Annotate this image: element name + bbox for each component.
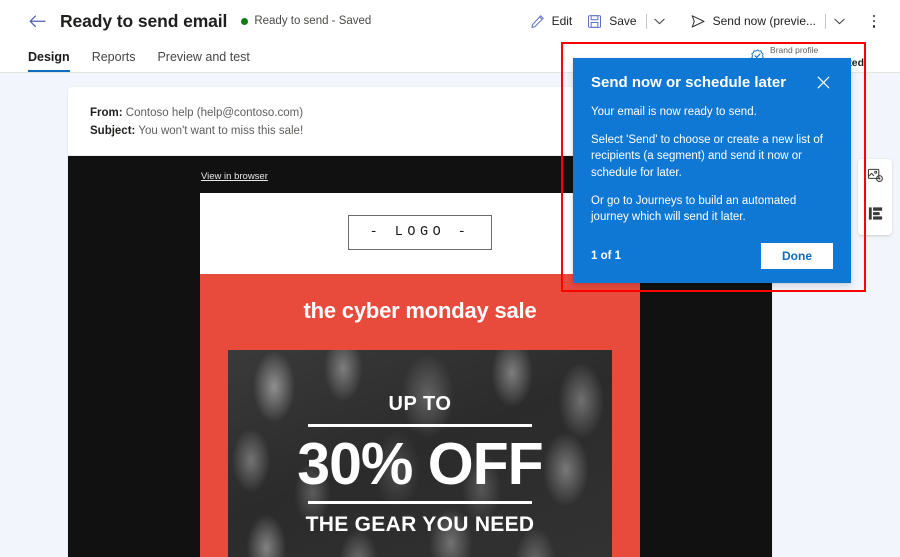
callout-step-counter: 1 of 1 bbox=[591, 250, 622, 263]
email-subject-label: Subject: bbox=[90, 124, 136, 137]
callout-paragraph-2: Select 'Send' to choose or create a new … bbox=[591, 133, 823, 180]
back-button[interactable] bbox=[20, 4, 54, 38]
callout-close-button[interactable] bbox=[813, 75, 833, 95]
status-badge: Ready to send - Saved bbox=[241, 15, 371, 27]
brand-profile-label: Brand profile bbox=[770, 45, 819, 55]
save-button[interactable]: Save bbox=[579, 5, 643, 37]
callout-header: Send now or schedule later bbox=[591, 74, 833, 95]
hero-headline: 30% OFF bbox=[297, 430, 543, 497]
send-plane-icon bbox=[690, 13, 707, 30]
image-settings-button[interactable] bbox=[862, 166, 888, 190]
command-bar-actions: Edit Save Send now (previe... bbox=[522, 0, 900, 42]
hero-text-overlay: UP TO 30% OFF THE GEAR YOU NEED bbox=[228, 350, 612, 557]
layout-blocks-icon bbox=[867, 205, 884, 227]
save-disk-icon bbox=[586, 13, 603, 30]
command-bar: Ready to send email Ready to send - Save… bbox=[0, 0, 900, 42]
design-tool-rail bbox=[858, 159, 892, 235]
hero-subline: THE GEAR YOU NEED bbox=[305, 512, 535, 536]
close-icon bbox=[817, 76, 830, 94]
callout-footer: 1 of 1 Done bbox=[591, 243, 833, 270]
callout-body: Your email is now ready to send. Select … bbox=[591, 104, 833, 226]
email-logo-placeholder: - LOGO - bbox=[347, 214, 493, 250]
edit-label: Edit bbox=[551, 14, 573, 28]
send-dropdown-button[interactable] bbox=[828, 5, 850, 37]
tab-reports-label: Reports bbox=[91, 50, 136, 64]
send-now-label: Send now (previe... bbox=[712, 14, 816, 28]
email-hero-section: UP TO 30% OFF THE GEAR YOU NEED bbox=[200, 349, 640, 557]
email-from-value: Contoso help (help@contoso.com) bbox=[125, 107, 304, 119]
image-settings-icon bbox=[867, 167, 884, 189]
save-split-divider bbox=[645, 13, 647, 29]
layout-blocks-button[interactable] bbox=[862, 204, 888, 228]
chevron-down-icon bbox=[833, 12, 845, 30]
edit-button[interactable]: Edit bbox=[522, 5, 580, 37]
callout-done-button[interactable]: Done bbox=[761, 243, 833, 270]
send-split-divider bbox=[825, 13, 826, 29]
tab-design-label: Design bbox=[28, 50, 70, 64]
callout-title: Send now or schedule later bbox=[591, 74, 787, 91]
send-now-button[interactable]: Send now (previe... bbox=[683, 5, 823, 37]
hero-rule-bottom bbox=[308, 500, 532, 504]
pencil-icon bbox=[529, 13, 546, 30]
app-root: Ready to send email Ready to send - Save… bbox=[0, 0, 900, 557]
tab-reports[interactable]: Reports bbox=[92, 42, 136, 72]
email-subject-value: You won't want to miss this sale! bbox=[138, 124, 304, 137]
hero-kicker: UP TO bbox=[388, 392, 452, 415]
email-banner-band: the cyber monday sale bbox=[200, 273, 640, 350]
save-label: Save bbox=[609, 14, 637, 28]
tab-design[interactable]: Design bbox=[28, 42, 70, 72]
hero-forest-image: UP TO 30% OFF THE GEAR YOU NEED bbox=[228, 349, 612, 557]
view-in-browser-link[interactable]: View in browser bbox=[201, 171, 268, 182]
more-vertical-icon bbox=[872, 14, 876, 28]
page-title: Ready to send email bbox=[60, 10, 228, 31]
callout-paragraph-1: Your email is now ready to send. bbox=[591, 106, 757, 118]
save-dropdown-button[interactable] bbox=[649, 5, 671, 37]
teaching-callout: Send now or schedule later Your email is… bbox=[573, 58, 851, 284]
tab-preview-and-test-label: Preview and test bbox=[157, 50, 250, 64]
callout-paragraph-3: Or go to Journeys to build an automated … bbox=[591, 194, 797, 224]
hero-rule-top bbox=[308, 423, 532, 427]
more-commands-button[interactable] bbox=[860, 5, 888, 37]
status-dot-icon bbox=[241, 17, 249, 25]
status-label: Ready to send - Saved bbox=[254, 15, 372, 27]
chevron-down-icon bbox=[654, 12, 665, 30]
email-banner-title: the cyber monday sale bbox=[303, 297, 537, 323]
arrow-left-icon bbox=[29, 14, 46, 28]
email-from-label: From: bbox=[90, 107, 123, 119]
tab-preview-and-test[interactable]: Preview and test bbox=[157, 42, 249, 72]
